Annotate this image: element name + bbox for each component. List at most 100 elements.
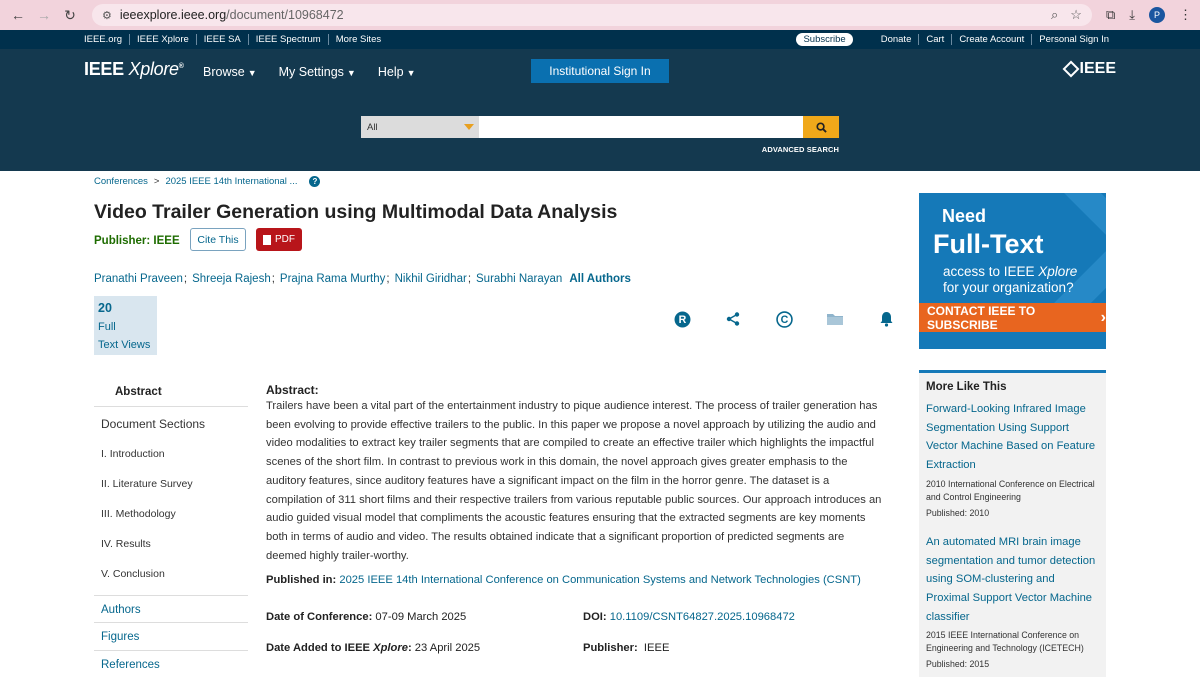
meta-right-link-0[interactable]: Donate bbox=[881, 34, 920, 45]
date-added-label: Date Added to IEEE bbox=[266, 642, 374, 654]
more-like-this-heading: More Like This bbox=[926, 381, 1007, 393]
author-link[interactable]: Pranathi Praveen bbox=[94, 273, 183, 285]
zoom-icon[interactable]: ⌕ bbox=[1051, 7, 1058, 23]
metrics-box[interactable]: 20 Full Text Views bbox=[94, 296, 157, 355]
contact-ieee-subscribe-button[interactable]: CONTACT IEEE TO SUBSCRIBE › bbox=[919, 303, 1106, 332]
forward-arrow-icon[interactable]: → bbox=[34, 4, 54, 26]
ad-access-line1: access to IEEE bbox=[943, 264, 1039, 279]
breadcrumb-separator: > bbox=[153, 176, 160, 187]
author-link[interactable]: Prajna Rama Murthy bbox=[280, 273, 385, 285]
author-separator: ; bbox=[386, 273, 390, 285]
related-article: Forward-Looking Infrared Image Segmentat… bbox=[926, 400, 1099, 520]
nav-link-figures[interactable]: Figures bbox=[94, 623, 248, 651]
download-icon[interactable]: ⤓ bbox=[1129, 7, 1135, 23]
browser-menu-icon[interactable]: ⋮ bbox=[1179, 7, 1192, 23]
pdf-button[interactable]: PDF bbox=[256, 228, 302, 251]
date-of-conference-label: Date of Conference: bbox=[266, 611, 373, 623]
meta-link-1[interactable]: IEEE Xplore bbox=[130, 34, 197, 45]
chevron-down-icon: ▼ bbox=[247, 68, 257, 78]
related-article-venue: 2015 IEEE International Conference on En… bbox=[926, 630, 1084, 654]
institutional-sign-in-button[interactable]: Institutional Sign In bbox=[531, 59, 669, 83]
article-tools: R C bbox=[673, 310, 928, 328]
nav-link-authors[interactable]: Authors bbox=[94, 595, 248, 623]
meta-right-link-3[interactable]: Personal Sign In bbox=[1032, 34, 1116, 45]
date-added-value: 23 April 2025 bbox=[414, 642, 481, 654]
ad-access-line2: for your organization? bbox=[943, 280, 1074, 295]
contact-label: CONTACT IEEE TO SUBSCRIBE bbox=[927, 303, 1036, 332]
author-list: Pranathi Praveen; Shreeja Rajesh; Prajna R… bbox=[94, 273, 631, 285]
chevron-right-icon: › bbox=[1100, 308, 1106, 326]
share-icon[interactable] bbox=[724, 310, 742, 328]
logo-xplore-text: Xplore bbox=[128, 59, 180, 79]
meta-right-link-1[interactable]: Cart bbox=[919, 34, 953, 45]
nav-section-3[interactable]: IV. Results bbox=[94, 529, 248, 559]
bookmark-star-icon[interactable]: ☆ bbox=[1070, 7, 1082, 23]
logo-ieee-text: IEEE bbox=[84, 59, 124, 79]
profile-avatar[interactable]: P bbox=[1149, 7, 1165, 23]
cite-this-button[interactable]: Cite This bbox=[190, 228, 246, 251]
meta-right-link-2[interactable]: Create Account bbox=[952, 34, 1033, 45]
metrics-label-full: Full bbox=[98, 320, 116, 333]
nav-item-0[interactable]: Browse ▼ bbox=[203, 65, 257, 79]
doi-link[interactable]: 10.1109/CSNT64827.2025.10968472 bbox=[610, 611, 795, 623]
author-separator: ; bbox=[467, 273, 472, 285]
related-article-title[interactable]: An automated MRI brain image segmentatio… bbox=[926, 533, 1099, 627]
meta-link-0[interactable]: IEEE.org bbox=[84, 34, 131, 45]
browser-toolbar: ← → ↻ ⚙ ieeexplore.ieee.org/document/109… bbox=[0, 0, 1200, 30]
reload-icon[interactable]: ↻ bbox=[60, 4, 80, 26]
chevron-down-icon: ▼ bbox=[406, 68, 416, 78]
all-authors-link[interactable]: All Authors bbox=[569, 273, 631, 285]
meta-link-3[interactable]: IEEE Spectrum bbox=[249, 34, 329, 45]
address-bar[interactable]: ⚙ ieeexplore.ieee.org/document/10968472 … bbox=[91, 4, 1092, 26]
ieee-xplore-logo[interactable]: IEEE Xplore® bbox=[84, 59, 184, 80]
nav-item-label: Help bbox=[377, 65, 404, 79]
folder-icon[interactable] bbox=[826, 310, 844, 328]
full-text-views-count: 20 bbox=[98, 301, 112, 315]
site-settings-icon[interactable]: ⚙ bbox=[102, 9, 112, 22]
author-link[interactable]: Surabhi Narayan bbox=[476, 273, 562, 285]
author-separator: ; bbox=[271, 273, 275, 285]
subscribe-button[interactable]: Subscribe bbox=[796, 33, 853, 46]
pdf-icon bbox=[263, 234, 271, 245]
breadcrumb-conference[interactable]: 2025 IEEE 14th International ... bbox=[165, 176, 297, 187]
search-scope-select[interactable]: All bbox=[361, 116, 479, 138]
nav-section-4[interactable]: V. Conclusion bbox=[94, 559, 248, 589]
extensions-icon[interactable]: ⧉ bbox=[1106, 7, 1115, 23]
meta-link-4[interactable]: More Sites bbox=[329, 34, 388, 45]
author-link[interactable]: Nikhil Giridhar bbox=[395, 273, 467, 285]
related-article-title[interactable]: Forward-Looking Infrared Image Segmentat… bbox=[926, 400, 1099, 475]
document-sections-nav: Abstract Document Sections I. Introducti… bbox=[94, 377, 248, 677]
search-button[interactable] bbox=[803, 116, 839, 138]
ieee-logo[interactable]: IEEE bbox=[1062, 60, 1116, 78]
rights-permissions-icon[interactable]: R bbox=[673, 310, 691, 328]
ad-full-text-heading: Full-Text bbox=[933, 229, 1044, 259]
published-in-link[interactable]: 2025 IEEE 14th International Conference … bbox=[339, 574, 861, 586]
published-in: Published in: 2025 IEEE 14th Internation… bbox=[266, 574, 861, 586]
copyright-icon[interactable]: C bbox=[775, 310, 793, 328]
back-arrow-icon[interactable]: ← bbox=[8, 4, 28, 26]
search-bar: All bbox=[361, 116, 839, 138]
alerts-bell-icon[interactable] bbox=[877, 310, 895, 328]
breadcrumb-conferences[interactable]: Conferences bbox=[94, 176, 148, 187]
nav-section-0[interactable]: I. Introduction bbox=[94, 439, 248, 469]
nav-section-1[interactable]: II. Literature Survey bbox=[94, 469, 248, 499]
publisher-detail-value: IEEE bbox=[643, 642, 670, 654]
date-of-conference: Date of Conference: 07-09 March 2025 bbox=[266, 611, 466, 623]
full-text-ad-banner[interactable]: Need Full-Text access to IEEE Xplore for… bbox=[919, 193, 1106, 349]
document-sections-heading: Document Sections bbox=[101, 417, 206, 431]
ieee-logo-text: IEEE bbox=[1079, 60, 1116, 77]
nav-section-2[interactable]: III. Methodology bbox=[94, 499, 248, 529]
nav-link-references[interactable]: References bbox=[94, 651, 248, 677]
nav-item-label: My Settings bbox=[278, 65, 344, 79]
nav-item-1[interactable]: My Settings ▼ bbox=[279, 65, 356, 79]
nav-abstract[interactable]: Abstract bbox=[94, 377, 248, 407]
nav-item-2[interactable]: Help ▼ bbox=[378, 65, 416, 79]
article-page: Conferences > 2025 IEEE 14th Internation… bbox=[0, 171, 1200, 677]
advanced-search-link[interactable]: ADVANCED SEARCH bbox=[762, 145, 839, 154]
published-in-label: Published in: bbox=[266, 574, 337, 586]
search-input[interactable] bbox=[479, 116, 803, 138]
author-link[interactable]: Shreeja Rajesh bbox=[192, 273, 271, 285]
meta-link-2[interactable]: IEEE SA bbox=[197, 34, 249, 45]
abstract-label: Abstract: bbox=[266, 383, 319, 397]
help-icon[interactable]: ? bbox=[309, 176, 321, 187]
